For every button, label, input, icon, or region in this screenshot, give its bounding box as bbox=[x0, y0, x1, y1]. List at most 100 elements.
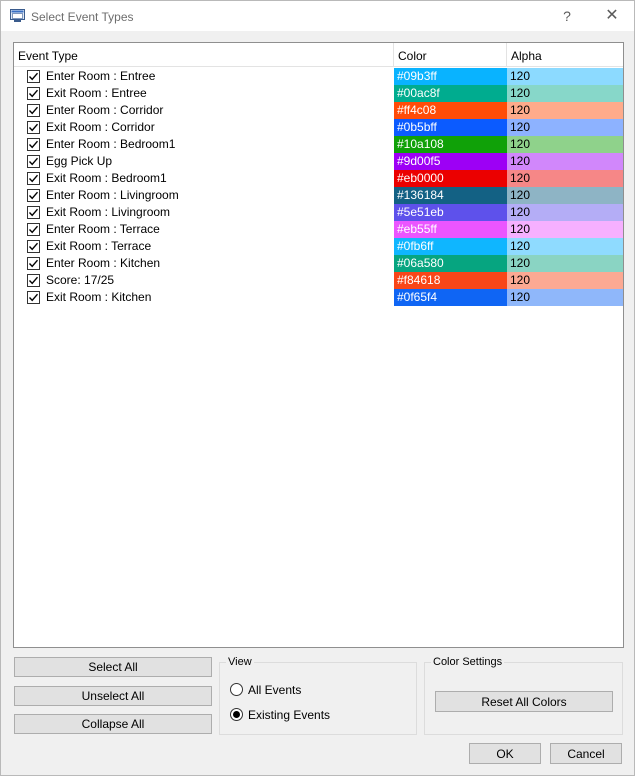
event-type-label: Exit Room : Terrace bbox=[46, 239, 152, 253]
color-settings-group: Color Settings Reset All Colors bbox=[424, 656, 623, 735]
column-header-alpha[interactable]: Alpha bbox=[507, 43, 623, 67]
color-cell[interactable]: #0f65f4 bbox=[394, 289, 507, 306]
event-checkbox[interactable] bbox=[27, 87, 40, 100]
column-header-color[interactable]: Color bbox=[394, 43, 507, 67]
event-checkbox[interactable] bbox=[27, 189, 40, 202]
checkmark-icon bbox=[28, 157, 39, 166]
collapse-all-button[interactable]: Collapse All bbox=[14, 714, 212, 734]
help-button[interactable]: ? bbox=[554, 4, 580, 28]
table-row[interactable]: Exit Room : Terrace #0fb6ff 120 bbox=[14, 238, 623, 255]
checkmark-icon bbox=[28, 191, 39, 200]
select-all-button[interactable]: Select All bbox=[14, 657, 212, 677]
event-checkbox[interactable] bbox=[27, 121, 40, 134]
event-type-label: Enter Room : Terrace bbox=[46, 222, 160, 236]
event-checkbox[interactable] bbox=[27, 274, 40, 287]
alpha-cell[interactable]: 120 bbox=[507, 85, 623, 102]
table-row[interactable]: Egg Pick Up #9d00f5 120 bbox=[14, 153, 623, 170]
table-row[interactable]: Enter Room : Entree #09b3ff 120 bbox=[14, 68, 623, 85]
event-checkbox[interactable] bbox=[27, 257, 40, 270]
table-row[interactable]: Enter Room : Corridor #ff4c08 120 bbox=[14, 102, 623, 119]
close-button[interactable]: ✕ bbox=[597, 4, 627, 28]
app-window-icon bbox=[10, 9, 25, 22]
checkmark-icon bbox=[28, 259, 39, 268]
column-header-event-type[interactable]: Event Type bbox=[14, 43, 394, 67]
color-cell[interactable]: #eb55ff bbox=[394, 221, 507, 238]
table-row[interactable]: Exit Room : Kitchen #0f65f4 120 bbox=[14, 289, 623, 306]
radio-selected-dot bbox=[233, 711, 240, 718]
color-cell[interactable]: #ff4c08 bbox=[394, 102, 507, 119]
color-cell[interactable]: #f84618 bbox=[394, 272, 507, 289]
unselect-all-button[interactable]: Unselect All bbox=[14, 686, 212, 706]
alpha-cell[interactable]: 120 bbox=[507, 187, 623, 204]
event-checkbox[interactable] bbox=[27, 291, 40, 304]
table-row[interactable]: Exit Room : Entree #00ac8f 120 bbox=[14, 85, 623, 102]
event-checkbox[interactable] bbox=[27, 206, 40, 219]
color-cell[interactable]: #136184 bbox=[394, 187, 507, 204]
table-row[interactable]: Enter Room : Terrace #eb55ff 120 bbox=[14, 221, 623, 238]
color-cell[interactable]: #09b3ff bbox=[394, 68, 507, 85]
table-row[interactable]: Enter Room : Bedroom1 #10a108 120 bbox=[14, 136, 623, 153]
event-checkbox[interactable] bbox=[27, 172, 40, 185]
checkmark-icon bbox=[28, 140, 39, 149]
checkmark-icon bbox=[28, 225, 39, 234]
event-type-label: Enter Room : Bedroom1 bbox=[46, 137, 176, 151]
event-checkbox[interactable] bbox=[27, 70, 40, 83]
alpha-cell[interactable]: 120 bbox=[507, 238, 623, 255]
table-row[interactable]: Exit Room : Bedroom1 #eb0000 120 bbox=[14, 170, 623, 187]
event-type-label: Score: 17/25 bbox=[46, 273, 115, 287]
color-cell[interactable]: #10a108 bbox=[394, 136, 507, 153]
table-row[interactable]: Exit Room : Livingroom #5e51eb 120 bbox=[14, 204, 623, 221]
existing-events-radio[interactable] bbox=[230, 708, 243, 721]
event-checkbox[interactable] bbox=[27, 223, 40, 236]
event-type-label: Exit Room : Entree bbox=[46, 86, 147, 100]
alpha-cell[interactable]: 120 bbox=[507, 255, 623, 272]
checkmark-icon bbox=[28, 72, 39, 81]
alpha-cell[interactable]: 120 bbox=[507, 153, 623, 170]
select-event-types-dialog: Select Event Types ? ✕ Event Type Color … bbox=[0, 0, 635, 776]
event-type-label: Enter Room : Entree bbox=[46, 69, 156, 83]
title-bar: Select Event Types ? ✕ bbox=[1, 1, 634, 31]
table-row[interactable]: Enter Room : Livingroom #136184 120 bbox=[14, 187, 623, 204]
event-checkbox[interactable] bbox=[27, 104, 40, 117]
window-title: Select Event Types bbox=[31, 10, 134, 24]
alpha-cell[interactable]: 120 bbox=[507, 221, 623, 238]
event-type-label: Exit Room : Bedroom1 bbox=[46, 171, 167, 185]
table-row[interactable]: Enter Room : Kitchen #06a580 120 bbox=[14, 255, 623, 272]
table-row[interactable]: Score: 17/25 #f84618 120 bbox=[14, 272, 623, 289]
alpha-cell[interactable]: 120 bbox=[507, 272, 623, 289]
event-checkbox[interactable] bbox=[27, 240, 40, 253]
event-checkbox[interactable] bbox=[27, 138, 40, 151]
table-header: Event Type Color Alpha bbox=[14, 43, 623, 67]
color-cell[interactable]: #00ac8f bbox=[394, 85, 507, 102]
alpha-cell[interactable]: 120 bbox=[507, 289, 623, 306]
alpha-cell[interactable]: 120 bbox=[507, 119, 623, 136]
color-cell[interactable]: #9d00f5 bbox=[394, 153, 507, 170]
alpha-cell[interactable]: 120 bbox=[507, 204, 623, 221]
event-type-label: Egg Pick Up bbox=[46, 154, 113, 168]
color-cell[interactable]: #0b5bff bbox=[394, 119, 507, 136]
view-group-title: View bbox=[226, 656, 254, 668]
color-cell[interactable]: #eb0000 bbox=[394, 170, 507, 187]
color-cell[interactable]: #0fb6ff bbox=[394, 238, 507, 255]
existing-events-label[interactable]: Existing Events bbox=[248, 708, 330, 722]
checkmark-icon bbox=[28, 89, 39, 98]
checkmark-icon bbox=[28, 174, 39, 183]
alpha-cell[interactable]: 120 bbox=[507, 136, 623, 153]
table-row[interactable]: Exit Room : Corridor #0b5bff 120 bbox=[14, 119, 623, 136]
cancel-button[interactable]: Cancel bbox=[550, 743, 622, 764]
event-type-label: Exit Room : Kitchen bbox=[46, 290, 152, 304]
color-cell[interactable]: #06a580 bbox=[394, 255, 507, 272]
event-checkbox[interactable] bbox=[27, 155, 40, 168]
reset-all-colors-button[interactable]: Reset All Colors bbox=[435, 691, 613, 712]
event-type-label: Enter Room : Corridor bbox=[46, 103, 164, 117]
ok-button[interactable]: OK bbox=[469, 743, 541, 764]
event-type-label: Enter Room : Livingroom bbox=[46, 188, 179, 202]
all-events-radio[interactable] bbox=[230, 683, 243, 696]
color-cell[interactable]: #5e51eb bbox=[394, 204, 507, 221]
color-settings-title: Color Settings bbox=[431, 656, 505, 668]
alpha-cell[interactable]: 120 bbox=[507, 170, 623, 187]
alpha-cell[interactable]: 120 bbox=[507, 68, 623, 85]
event-type-label: Exit Room : Livingroom bbox=[46, 205, 171, 219]
all-events-label[interactable]: All Events bbox=[248, 683, 301, 697]
alpha-cell[interactable]: 120 bbox=[507, 102, 623, 119]
